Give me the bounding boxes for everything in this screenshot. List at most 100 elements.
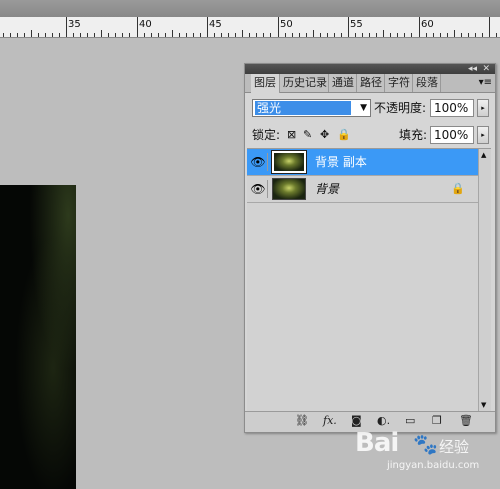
folder-icon[interactable]: ▭ xyxy=(405,414,415,428)
horizontal-ruler[interactable]: 35 40 45 50 55 60 xyxy=(0,17,500,38)
ruler-tick xyxy=(115,33,116,37)
ruler-tick xyxy=(285,33,286,37)
ruler-tick xyxy=(179,33,180,37)
ruler-label: 40 xyxy=(139,19,152,30)
blend-mode-value: 强光 xyxy=(255,101,351,115)
paw-icon: 🐾 xyxy=(413,432,438,456)
ruler-tick xyxy=(489,17,490,37)
tab-channels[interactable]: 通道 xyxy=(329,74,357,92)
ruler-tick xyxy=(426,33,427,37)
watermark-brand: Bai xyxy=(355,428,399,458)
ruler-tick xyxy=(475,33,476,37)
ruler-tick xyxy=(362,33,363,37)
layers-list: 👁 背景 副本 👁 背景 🔒 ▲ ▼ xyxy=(247,148,491,411)
mask-icon[interactable]: ◙ xyxy=(351,414,362,428)
ruler-tick xyxy=(369,33,370,37)
ruler-tick xyxy=(24,33,25,37)
blend-mode-select[interactable]: 强光 ▼ xyxy=(252,99,371,117)
link-icon[interactable]: ⛓ xyxy=(295,414,309,428)
lock-transparency-icon[interactable]: ⊠ xyxy=(287,126,296,144)
ruler-tick xyxy=(397,33,398,37)
ruler-tick xyxy=(101,30,102,37)
ruler-tick xyxy=(17,33,18,37)
ruler-tick xyxy=(158,33,159,37)
ruler-tick xyxy=(447,33,448,37)
blend-opacity-row: 强光 ▼ 不透明度: 100% ▸ xyxy=(252,99,490,118)
ruler-tick xyxy=(348,17,349,37)
ruler-tick xyxy=(433,33,434,37)
ruler-tick xyxy=(193,33,194,37)
ruler-label: 60 xyxy=(421,19,434,30)
layer-row-background[interactable]: 👁 背景 🔒 xyxy=(247,176,479,203)
tab-character[interactable]: 字符 xyxy=(385,74,413,92)
ruler-tick xyxy=(482,33,483,37)
tab-layers[interactable]: 图层 xyxy=(251,74,280,93)
opacity-field[interactable]: 100% xyxy=(430,99,474,117)
ruler-tick xyxy=(313,30,314,37)
ruler-tick xyxy=(10,33,11,37)
eye-icon[interactable]: 👁 xyxy=(249,180,268,198)
ruler-tick xyxy=(94,33,95,37)
ruler-tick xyxy=(108,33,109,37)
layers-scrollbar[interactable]: ▲ ▼ xyxy=(478,149,491,411)
scroll-up-icon[interactable]: ▲ xyxy=(481,151,486,159)
tab-history[interactable]: 历史记录 xyxy=(280,74,329,92)
ruler-tick xyxy=(59,33,60,37)
fill-stepper-icon[interactable]: ▸ xyxy=(477,126,489,144)
ruler-tick xyxy=(278,17,279,37)
ruler-tick xyxy=(151,33,152,37)
ruler-tick xyxy=(334,33,335,37)
ruler-tick xyxy=(383,30,384,37)
ruler-tick xyxy=(144,33,145,37)
ruler-tick xyxy=(249,33,250,37)
lock-brush-icon[interactable]: ✎ xyxy=(303,126,312,144)
ruler-tick xyxy=(404,33,405,37)
ruler-tick xyxy=(165,33,166,37)
ruler-tick xyxy=(270,33,271,37)
ruler-tick xyxy=(235,33,236,37)
ruler-tick xyxy=(454,30,455,37)
lock-fill-row: 锁定: ⊠ ✎ ✥ 🔒 填充: 100% ▸ xyxy=(252,126,490,145)
ruler-tick xyxy=(172,30,173,37)
lock-move-icon[interactable]: ✥ xyxy=(320,126,329,144)
new-layer-icon[interactable]: ❐ xyxy=(432,414,442,428)
eye-icon[interactable]: 👁 xyxy=(249,153,268,171)
ruler-tick xyxy=(320,33,321,37)
scroll-down-icon[interactable]: ▼ xyxy=(481,401,486,409)
layer-thumbnail xyxy=(271,150,307,174)
layer-row-background-copy[interactable]: 👁 背景 副本 xyxy=(247,149,479,176)
ruler-label: 55 xyxy=(350,19,363,30)
ruler-tick xyxy=(45,33,46,37)
layers-panel: ◂◂ ✕ 图层 历史记录 通道 路径 字符 段落 ▾≡ 强光 ▼ 不透明度: 1… xyxy=(244,63,496,433)
ruler-tick xyxy=(299,33,300,37)
ruler-tick xyxy=(390,33,391,37)
lock-icon: 🔒 xyxy=(451,182,465,195)
lock-all-icon[interactable]: 🔒 xyxy=(337,126,351,144)
ruler-tick xyxy=(3,33,4,37)
trash-icon[interactable]: 🗑 xyxy=(459,414,473,428)
tab-paragraph[interactable]: 段落 xyxy=(413,74,441,92)
tab-paths[interactable]: 路径 xyxy=(357,74,385,92)
panel-tabs: 图层 历史记录 通道 路径 字符 段落 ▾≡ xyxy=(245,74,495,93)
ruler-tick xyxy=(440,33,441,37)
ruler-tick xyxy=(341,33,342,37)
layer-name: 背景 xyxy=(315,182,340,196)
ruler-tick xyxy=(256,33,257,37)
ruler-tick xyxy=(66,17,67,37)
fill-field[interactable]: 100% xyxy=(430,126,474,144)
ruler-tick xyxy=(263,33,264,37)
fx-icon[interactable]: fx. xyxy=(323,414,337,428)
adjustment-icon[interactable]: ◐. xyxy=(377,414,390,428)
panel-titlebar[interactable]: ◂◂ ✕ xyxy=(245,64,495,74)
ruler-tick xyxy=(461,33,462,37)
ruler-tick xyxy=(221,33,222,37)
ruler-tick xyxy=(411,33,412,37)
baidu-watermark: Bai 🐾 经验 jingyan.baidu.com xyxy=(355,428,495,486)
ruler-tick xyxy=(496,33,497,37)
opacity-stepper-icon[interactable]: ▸ xyxy=(477,99,489,117)
lock-label: 锁定: xyxy=(252,128,281,142)
ruler-tick xyxy=(186,33,187,37)
ruler-tick xyxy=(468,33,469,37)
ruler-tick xyxy=(207,17,208,37)
panel-menu-icon[interactable]: ▾≡ xyxy=(479,74,492,92)
